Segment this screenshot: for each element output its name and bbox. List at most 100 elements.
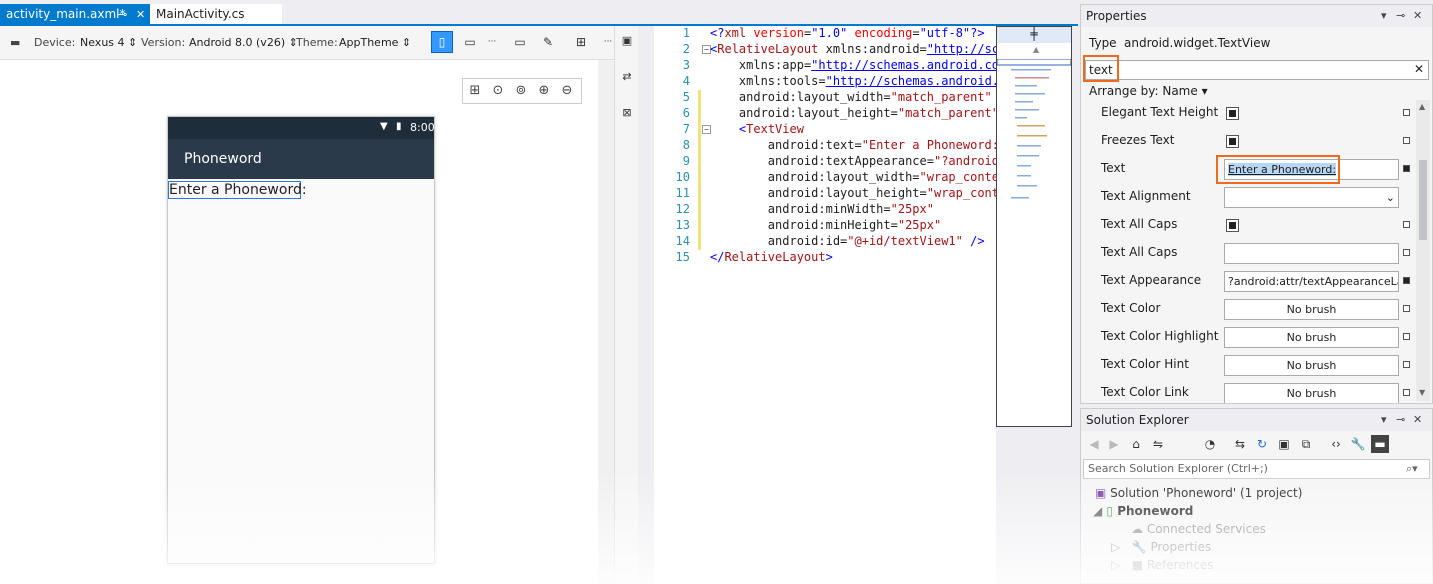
switch-views-icon[interactable]: ⇆ bbox=[1231, 435, 1249, 453]
properties-scrollbar[interactable]: ▲ ▼ bbox=[1416, 100, 1430, 401]
more-button[interactable]: ··· bbox=[481, 31, 503, 53]
close-icon[interactable]: ✕ bbox=[1413, 409, 1422, 431]
change-marker bbox=[698, 122, 701, 250]
code-minimap[interactable]: ╪ ▲ bbox=[996, 26, 1072, 427]
advanced-icon[interactable] bbox=[1403, 389, 1410, 396]
collapse-icon[interactable]: ▣ bbox=[619, 34, 635, 50]
tree-item[interactable]: ▷ 🔧 Properties bbox=[1111, 540, 1211, 554]
scroll-thumb[interactable] bbox=[1419, 160, 1427, 240]
close-icon[interactable]: ✕ bbox=[1413, 5, 1422, 27]
scroll-up-icon[interactable]: ▲ bbox=[1419, 102, 1425, 111]
search-icon[interactable]: ⌕▾ bbox=[1406, 460, 1418, 478]
prop-checkbox[interactable] bbox=[1226, 135, 1239, 148]
type-value: android.widget.TextView bbox=[1124, 36, 1271, 50]
close-icon[interactable]: ✕ bbox=[136, 4, 145, 25]
prop-checkbox[interactable] bbox=[1226, 107, 1239, 120]
line-number: 15 bbox=[675, 250, 690, 264]
pin-icon[interactable]: ⊸ bbox=[1396, 5, 1405, 27]
history-icon[interactable]: ◔ bbox=[1201, 435, 1219, 453]
advanced-icon[interactable] bbox=[1403, 333, 1410, 340]
zoom-fit-icon[interactable]: ⊚ bbox=[511, 82, 531, 102]
text-alignment-select[interactable]: ⌄ bbox=[1224, 187, 1399, 208]
search-highlight-box bbox=[1083, 55, 1119, 82]
theme-select[interactable]: AppTheme ⇕ bbox=[339, 36, 411, 49]
wrench-icon[interactable]: 🔧 bbox=[1349, 435, 1367, 453]
change-marker bbox=[698, 106, 701, 122]
advanced-icon[interactable] bbox=[1403, 137, 1410, 144]
version-select[interactable]: Android 8.0 (v26) ⇕ bbox=[189, 36, 298, 49]
solution-search-input[interactable]: Search Solution Explorer (Ctrl+;) ⌕▾ bbox=[1083, 459, 1430, 479]
code-line: </RelativeLayout> bbox=[710, 250, 833, 264]
expand-icon[interactable]: ▷ bbox=[1111, 558, 1120, 572]
code-line: android:textAppearance="?android:attr/te… bbox=[767, 154, 996, 168]
prop-field[interactable] bbox=[1224, 243, 1399, 264]
sync-icon[interactable]: ⇋ bbox=[1149, 435, 1167, 453]
wifi-icon: ▼ bbox=[380, 121, 388, 132]
landscape-button[interactable]: ▭ bbox=[459, 31, 481, 53]
brush-field[interactable]: No brush bbox=[1224, 327, 1399, 348]
expand-icon[interactable]: ◢ bbox=[1093, 504, 1102, 518]
designer-scrollbar[interactable] bbox=[598, 60, 614, 584]
tree-project[interactable]: ◢ ▯ Phoneword bbox=[1093, 504, 1193, 518]
code-line: xmlns:app="http://schemas.android.com/ap… bbox=[738, 58, 996, 72]
tree-solution[interactable]: ▣ Solution 'Phoneword' (1 project) bbox=[1095, 486, 1302, 500]
line-number: 12 bbox=[675, 202, 690, 216]
home-icon[interactable]: ⌂ bbox=[1127, 435, 1145, 453]
grid-button[interactable]: ⊞ bbox=[570, 31, 592, 53]
device-select[interactable]: Nexus 4 ⇕ bbox=[80, 36, 137, 49]
advanced-icon[interactable] bbox=[1403, 361, 1410, 368]
forward-icon[interactable]: ▶ bbox=[1105, 435, 1123, 453]
brush-field[interactable]: No brush bbox=[1224, 355, 1399, 376]
advanced-icon[interactable] bbox=[1403, 221, 1410, 228]
pin-icon[interactable]: ⊸ bbox=[1396, 409, 1405, 431]
portrait-button[interactable]: ▯ bbox=[431, 31, 453, 53]
prop-checkbox[interactable] bbox=[1226, 219, 1239, 232]
tree-item[interactable]: ▷ ■ References bbox=[1111, 558, 1214, 572]
split-icon[interactable]: ╪ bbox=[997, 27, 1071, 43]
zoom-actual-icon[interactable]: ⊙ bbox=[488, 82, 508, 102]
advanced-icon[interactable] bbox=[1403, 165, 1410, 172]
preview-icon[interactable]: ▬ bbox=[1371, 435, 1389, 453]
textview-selected[interactable]: Enter a Phoneword: bbox=[168, 181, 307, 199]
advanced-icon[interactable] bbox=[1403, 277, 1410, 284]
property-search-input[interactable]: text ✕ bbox=[1085, 60, 1429, 80]
fit-icon[interactable]: ⊞ bbox=[465, 82, 485, 102]
tab-label: activity_main.axml* bbox=[6, 7, 126, 21]
dropdown-icon[interactable]: ▾ bbox=[1381, 5, 1387, 27]
brush-button[interactable]: ✎ bbox=[537, 31, 559, 53]
code-line: <?xml version="1.0" encoding="utf-8"?> bbox=[710, 26, 985, 40]
prop-field[interactable]: ?android:attr/textAppearanceLar bbox=[1224, 271, 1399, 292]
brush-field[interactable]: No brush bbox=[1224, 383, 1399, 403]
layout-button[interactable]: ▭ bbox=[509, 31, 531, 53]
tab-main-activity[interactable]: MainActivity.cs bbox=[150, 4, 282, 25]
back-icon[interactable]: ◀ bbox=[1085, 435, 1103, 453]
close-pane-icon[interactable]: ⊠ bbox=[619, 106, 635, 122]
tree-label: Solution 'Phoneword' (1 project) bbox=[1110, 486, 1303, 500]
code-view-icon[interactable]: ‹› bbox=[1327, 435, 1345, 453]
swap-icon[interactable]: ⇄ bbox=[619, 70, 635, 86]
refresh-icon[interactable]: ↻ bbox=[1253, 435, 1271, 453]
solution-explorer-panel: Solution Explorer ▾ ⊸ ✕ ◀ ▶ ⌂ ⇋ ◔ ⇆ ↻ ▣ … bbox=[1080, 408, 1433, 584]
collapse-all-icon[interactable]: ▣ bbox=[1275, 435, 1293, 453]
properties-panel: Properties ▾ ⊸ ✕ Type android.widget.Tex… bbox=[1080, 4, 1433, 404]
tree-item[interactable]: ☁ Connected Services bbox=[1131, 522, 1266, 536]
scroll-down-icon[interactable]: ▼ bbox=[1419, 388, 1425, 397]
zoom-in-icon[interactable]: ⊕ bbox=[534, 82, 554, 102]
scroll-up-icon[interactable]: ▲ bbox=[1033, 45, 1039, 54]
advanced-icon[interactable] bbox=[1403, 305, 1410, 312]
brush-field[interactable]: No brush bbox=[1224, 299, 1399, 320]
expand-icon[interactable]: ▷ bbox=[1111, 540, 1120, 554]
zoom-out-icon[interactable]: ⊖ bbox=[557, 82, 577, 102]
code-editor[interactable]: 1 2 3 4 5 6 7 8 9 10 11 12 13 14 15 − − … bbox=[654, 26, 996, 584]
advanced-icon[interactable] bbox=[1403, 249, 1410, 256]
pin-icon[interactable]: ⊸ bbox=[118, 4, 127, 25]
tab-activity-main[interactable]: activity_main.axml* ⊸ ✕ bbox=[0, 4, 150, 25]
brush-icon: ✎ bbox=[542, 35, 554, 49]
arrange-by-dropdown[interactable]: Arrange by: Name ▾ bbox=[1089, 84, 1208, 98]
dropdown-icon[interactable]: ▾ bbox=[1381, 409, 1387, 431]
advanced-icon[interactable] bbox=[1403, 109, 1410, 116]
tree-label: Properties bbox=[1150, 540, 1212, 554]
line-number: 7 bbox=[682, 122, 690, 136]
clear-icon[interactable]: ✕ bbox=[1414, 62, 1424, 76]
copy-icon[interactable]: ⧉ bbox=[1297, 435, 1315, 453]
